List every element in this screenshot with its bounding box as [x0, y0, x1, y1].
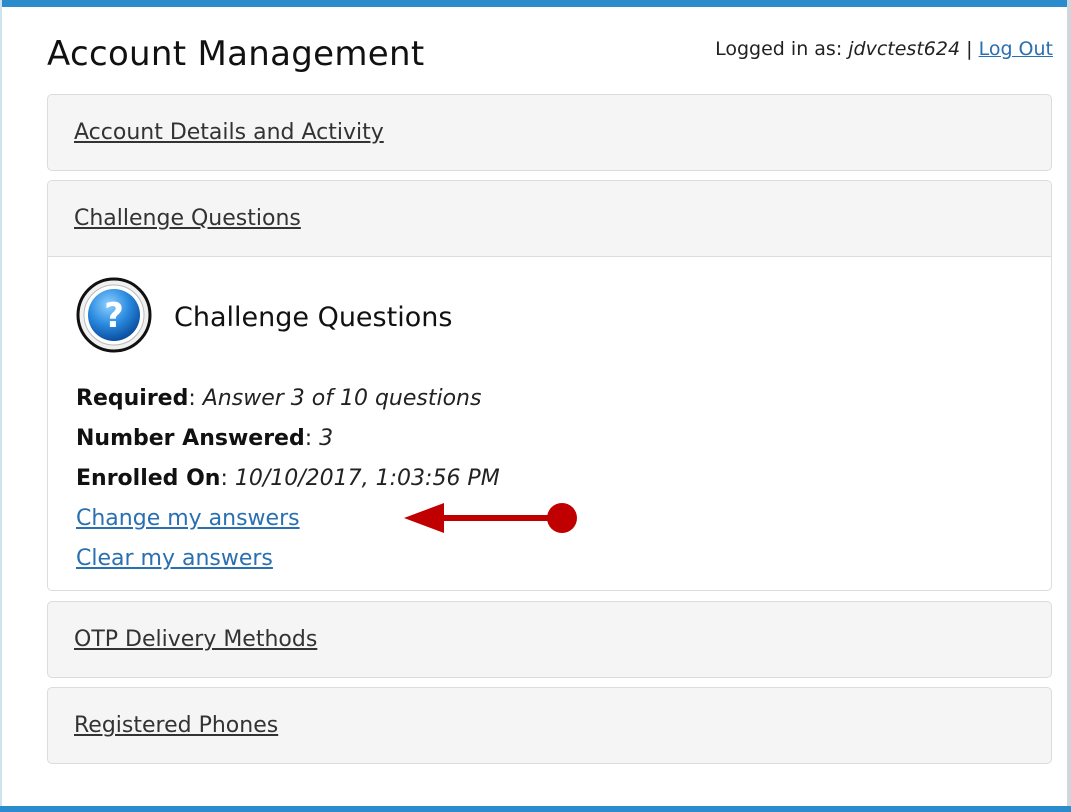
- required-value: Answer 3 of 10 questions: [202, 386, 482, 411]
- top-border: [0, 0, 1071, 7]
- panel-registered-phones: Registered Phones: [47, 687, 1052, 764]
- panel-heading-challenge-questions[interactable]: Challenge Questions: [48, 181, 1051, 257]
- required-row: Required: Answer 3 of 10 questions: [76, 386, 482, 411]
- challenge-questions-link[interactable]: Challenge Questions: [74, 206, 301, 231]
- panel-heading-otp-delivery[interactable]: OTP Delivery Methods: [48, 602, 1051, 677]
- login-info: Logged in as: jdvctest624 | Log Out: [715, 38, 1053, 60]
- answered-value: 3: [319, 426, 334, 451]
- separator: |: [966, 38, 973, 60]
- panel-otp-delivery: OTP Delivery Methods: [47, 601, 1052, 678]
- left-border: [0, 0, 2, 812]
- answered-label: Number Answered: [76, 426, 305, 451]
- clear-answers-link[interactable]: Clear my answers: [76, 546, 273, 571]
- page-title: Account Management: [47, 34, 425, 74]
- logged-in-label: Logged in as:: [715, 38, 843, 60]
- panel-heading-account-details[interactable]: Account Details and Activity: [48, 95, 1051, 170]
- otp-delivery-link[interactable]: OTP Delivery Methods: [74, 627, 317, 652]
- challenge-details: Required: Answer 3 of 10 questions Numbe…: [76, 379, 1025, 579]
- clear-answers-row: Clear my answers: [76, 539, 1025, 579]
- enrolled-row: Enrolled On: 10/10/2017, 1:03:56 PM: [76, 466, 500, 491]
- enrolled-label: Enrolled On: [76, 466, 221, 491]
- registered-phones-link[interactable]: Registered Phones: [74, 713, 278, 738]
- help-question-icon: ?: [76, 277, 152, 357]
- bottom-border: [0, 806, 1071, 812]
- panel-account-details: Account Details and Activity: [47, 94, 1052, 171]
- right-border: [1067, 0, 1071, 812]
- enrolled-value: 10/10/2017, 1:03:56 PM: [234, 466, 500, 491]
- panel-heading-registered-phones[interactable]: Registered Phones: [48, 688, 1051, 763]
- svg-text:?: ?: [104, 296, 124, 336]
- answered-row: Number Answered: 3: [76, 426, 334, 451]
- challenge-title: Challenge Questions: [174, 301, 453, 333]
- challenge-title-row: ? Challenge Questions: [76, 277, 1025, 357]
- logout-link[interactable]: Log Out: [979, 38, 1053, 60]
- panel-challenge-questions: Challenge Questions ? Challenge Question…: [47, 180, 1052, 591]
- username: jdvctest624: [848, 38, 961, 60]
- challenge-questions-body: ? Challenge Questions Required: Answer 3…: [48, 257, 1051, 590]
- change-answers-row: Change my answers: [76, 499, 1025, 539]
- required-label: Required: [76, 386, 189, 411]
- account-details-link[interactable]: Account Details and Activity: [74, 120, 384, 145]
- change-answers-link[interactable]: Change my answers: [76, 506, 300, 531]
